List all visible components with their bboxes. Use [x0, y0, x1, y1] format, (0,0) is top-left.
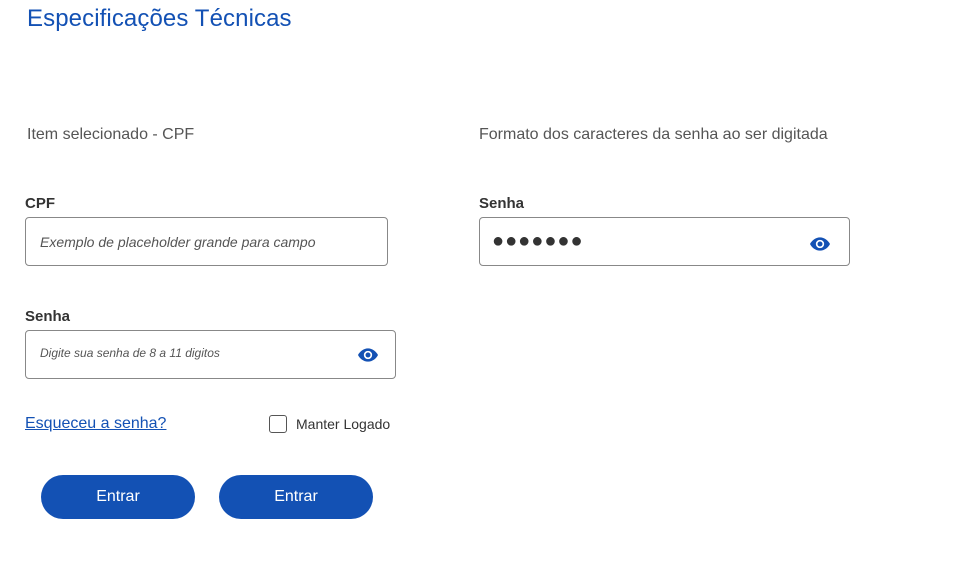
cpf-label: CPF — [25, 195, 55, 212]
senha-field-wrapper — [25, 330, 396, 379]
remember-label: Manter Logado — [296, 416, 391, 432]
right-section-label: Formato dos caracteres da senha ao ser d… — [479, 126, 828, 143]
checkbox-unchecked-icon[interactable] — [269, 415, 287, 433]
login-button[interactable]: Entrar — [41, 475, 195, 519]
cpf-input[interactable] — [26, 233, 387, 250]
remember-me[interactable]: Manter Logado — [269, 415, 390, 433]
senha-example-label: Senha — [479, 195, 525, 212]
page: Especificações Técnicas Item selecionado… — [0, 0, 973, 577]
eye-icon[interactable] — [357, 347, 379, 363]
senha-label: Senha — [25, 308, 71, 325]
senha-example-field[interactable]: ●●●●●●● — [479, 217, 850, 266]
login-button-alt[interactable]: Entrar — [219, 475, 373, 519]
eye-icon[interactable] — [809, 236, 831, 252]
left-section-label: Item selecionado - CPF — [27, 126, 195, 143]
page-title: Especificações Técnicas — [27, 5, 292, 32]
masked-password-value: ●●●●●●● — [492, 229, 584, 252]
senha-input[interactable] — [26, 345, 395, 360]
cpf-field-wrapper — [25, 217, 388, 266]
forgot-password-link[interactable]: Esqueceu a senha? — [25, 415, 166, 433]
